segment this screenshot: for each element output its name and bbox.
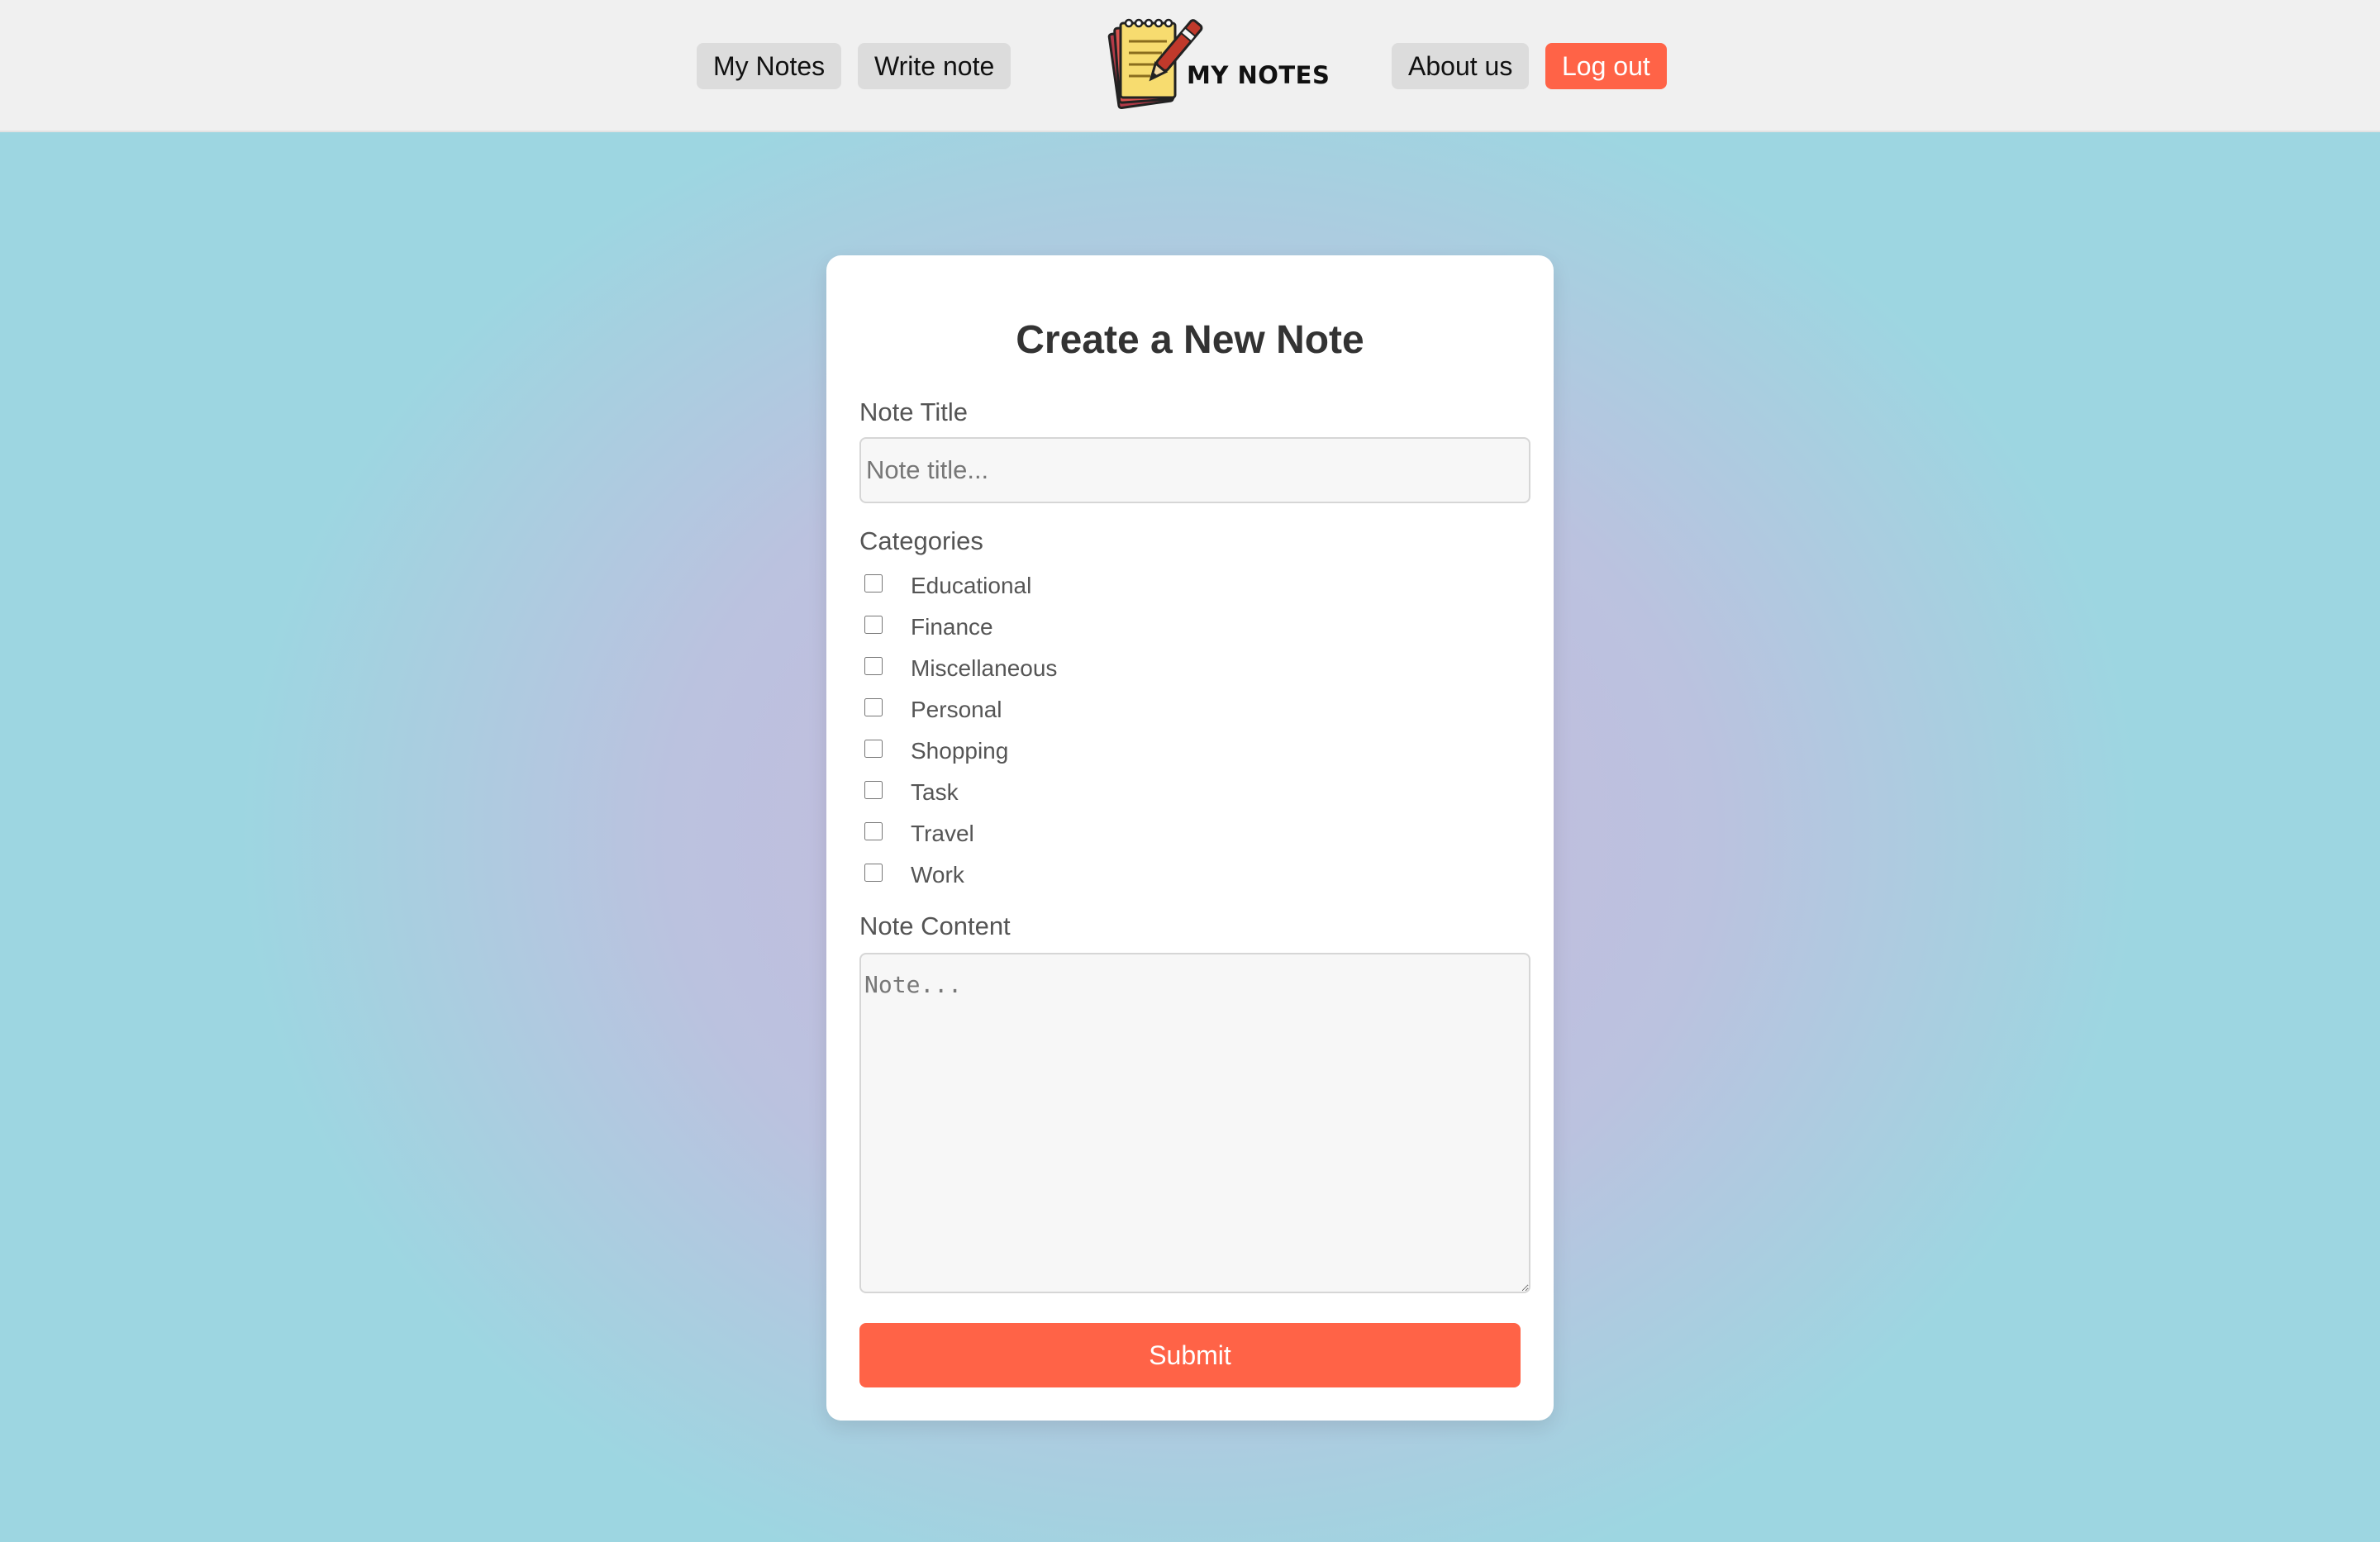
category-checkbox-shopping[interactable] bbox=[864, 740, 883, 758]
category-checkbox-personal[interactable] bbox=[864, 698, 883, 716]
category-checkbox-finance[interactable] bbox=[864, 616, 883, 634]
category-item-shopping: Shopping bbox=[859, 735, 1273, 776]
category-checkbox-task[interactable] bbox=[864, 781, 883, 799]
category-label-miscellaneous: Miscellaneous bbox=[911, 655, 1058, 681]
log-out-button[interactable]: Log out bbox=[1545, 43, 1667, 89]
category-item-finance: Finance bbox=[859, 611, 1273, 652]
submit-button[interactable]: Submit bbox=[859, 1323, 1521, 1387]
note-content-label: Note Content bbox=[859, 911, 1011, 940]
note-title-label: Note Title bbox=[859, 397, 968, 426]
app-logo[interactable]: MY NOTES bbox=[1104, 15, 1335, 112]
category-label-educational: Educational bbox=[911, 573, 1032, 598]
category-item-task: Task bbox=[859, 776, 1273, 817]
category-item-miscellaneous: Miscellaneous bbox=[859, 652, 1273, 693]
category-item-educational: Educational bbox=[859, 569, 1273, 611]
categories-label: Categories bbox=[859, 526, 983, 555]
note-title-input[interactable] bbox=[859, 437, 1530, 503]
about-us-button[interactable]: About us bbox=[1392, 43, 1530, 89]
category-label-shopping: Shopping bbox=[911, 738, 1009, 764]
write-note-button[interactable]: Write note bbox=[858, 43, 1011, 89]
category-checkbox-travel[interactable] bbox=[864, 822, 883, 840]
logo-text: MY NOTES bbox=[1187, 61, 1330, 89]
create-note-card: Create a New Note Note Title Categories … bbox=[826, 255, 1554, 1421]
categories-list: Educational Finance Miscellaneous Person… bbox=[859, 569, 1273, 900]
category-item-work: Work bbox=[859, 859, 1273, 900]
my-notes-button[interactable]: My Notes bbox=[697, 43, 842, 89]
note-content-textarea[interactable] bbox=[859, 953, 1530, 1293]
category-checkbox-work[interactable] bbox=[864, 864, 883, 882]
page-title: Create a New Note bbox=[1016, 318, 1364, 362]
category-label-travel: Travel bbox=[911, 821, 974, 846]
category-checkbox-miscellaneous[interactable] bbox=[864, 657, 883, 675]
category-label-work: Work bbox=[911, 862, 964, 888]
category-label-finance: Finance bbox=[911, 614, 993, 640]
category-label-task: Task bbox=[911, 779, 959, 805]
category-item-travel: Travel bbox=[859, 817, 1273, 859]
category-label-personal: Personal bbox=[911, 697, 1002, 722]
category-checkbox-educational[interactable] bbox=[864, 574, 883, 593]
category-item-personal: Personal bbox=[859, 693, 1273, 735]
top-navigation-bar: My Notes Write note MY NOTES About us Lo… bbox=[0, 0, 2380, 132]
